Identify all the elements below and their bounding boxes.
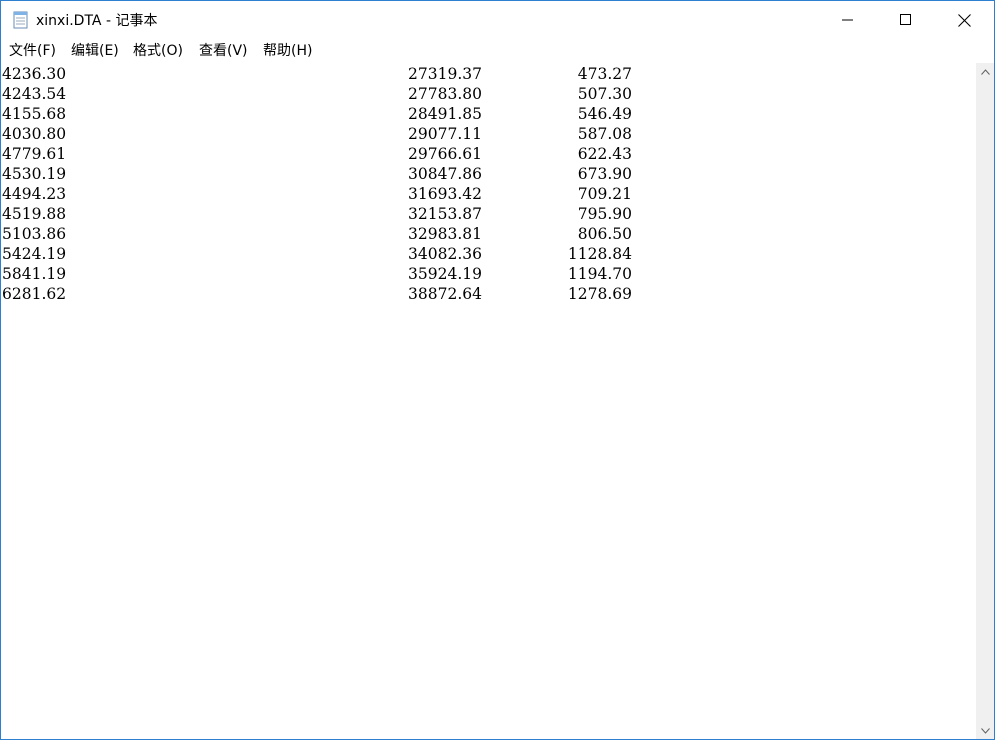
title-bar[interactable]: xinxi.DTA - 记事本 [1,1,994,39]
text-line: 4530.19 30847.86 673.90 [1,164,976,184]
value-col1: 4243.54 [2,85,67,103]
value-col1: 4494.23 [2,185,67,203]
value-col3: 1278.69 [567,285,632,303]
close-button[interactable] [935,1,993,39]
value-col3: 587.08 [577,125,632,143]
value-col2: 35924.19 [408,265,482,283]
value-col2: 32153.87 [408,205,482,223]
value-col1: 5841.19 [2,265,67,283]
window-title: xinxi.DTA - 记事本 [36,13,158,29]
menu-file[interactable]: 文件(F) [9,42,56,60]
menu-format[interactable]: 格式(O) [133,42,183,60]
value-col1: 4030.80 [2,125,67,143]
text-line: 5841.19 35924.19 1194.70 [1,264,976,284]
value-col1: 6281.62 [2,285,67,303]
scroll-down-button[interactable] [976,722,994,739]
maximize-button[interactable] [877,1,935,39]
value-col1: 4519.88 [2,205,67,223]
menu-view[interactable]: 查看(V) [199,42,248,60]
value-col1: 4236.30 [2,65,67,83]
value-col2: 31693.42 [408,185,482,203]
value-col1: 5103.86 [2,225,67,243]
close-icon [957,13,971,27]
text-line: 4243.54 27783.80 507.30 [1,84,976,104]
value-col1: 4155.68 [2,105,67,123]
value-col2: 38872.64 [408,285,482,303]
value-col1: 4530.19 [2,165,67,183]
chevron-down-icon [980,727,990,734]
value-col2: 28491.85 [408,105,482,123]
value-col3: 622.43 [577,145,632,163]
value-col3: 1128.84 [567,245,632,263]
value-col2: 29077.11 [408,125,482,143]
minimize-icon [842,19,853,21]
vertical-scrollbar[interactable] [976,63,994,739]
maximize-icon [900,14,911,25]
value-col1: 4779.61 [2,145,67,163]
value-col3: 546.49 [577,105,632,123]
text-line: 4155.68 28491.85 546.49 [1,104,976,124]
text-editor[interactable]: 4236.30 27319.37 473.27 4243.54 27783.80… [1,63,976,739]
menu-bar: 文件(F) 编辑(E) 格式(O) 查看(V) 帮助(H) [1,39,994,63]
notepad-window: xinxi.DTA - 记事本 文件(F) 编辑(E) 格式(O) 查看(V) … [0,0,995,740]
value-col3: 473.27 [577,65,632,83]
text-line: 6281.62 38872.64 1278.69 [1,284,976,304]
text-line: 4030.80 29077.11 587.08 [1,124,976,144]
value-col2: 27783.80 [408,85,482,103]
text-line: 4779.61 29766.61 622.43 [1,144,976,164]
value-col3: 806.50 [577,225,632,243]
value-col2: 27319.37 [408,65,482,83]
value-col1: 5424.19 [2,245,67,263]
menu-help[interactable]: 帮助(H) [263,42,312,60]
value-col2: 32983.81 [408,225,482,243]
notepad-icon[interactable] [12,11,30,29]
text-line: 4236.30 27319.37 473.27 [1,64,976,84]
menu-edit[interactable]: 编辑(E) [71,42,119,60]
value-col2: 34082.36 [408,245,482,263]
chevron-up-icon [980,68,990,75]
text-line: 4519.88 32153.87 795.90 [1,204,976,224]
scroll-up-button[interactable] [976,63,994,80]
value-col3: 507.30 [577,85,632,103]
value-col3: 795.90 [577,205,632,223]
text-line: 4494.23 31693.42 709.21 [1,184,976,204]
value-col3: 673.90 [577,165,632,183]
value-col3: 1194.70 [567,265,632,283]
value-col3: 709.21 [577,185,632,203]
minimize-button[interactable] [819,1,877,39]
text-line: 5424.19 34082.36 1128.84 [1,244,976,264]
value-col2: 29766.61 [408,145,482,163]
value-col2: 30847.86 [408,165,482,183]
text-line: 5103.86 32983.81 806.50 [1,224,976,244]
